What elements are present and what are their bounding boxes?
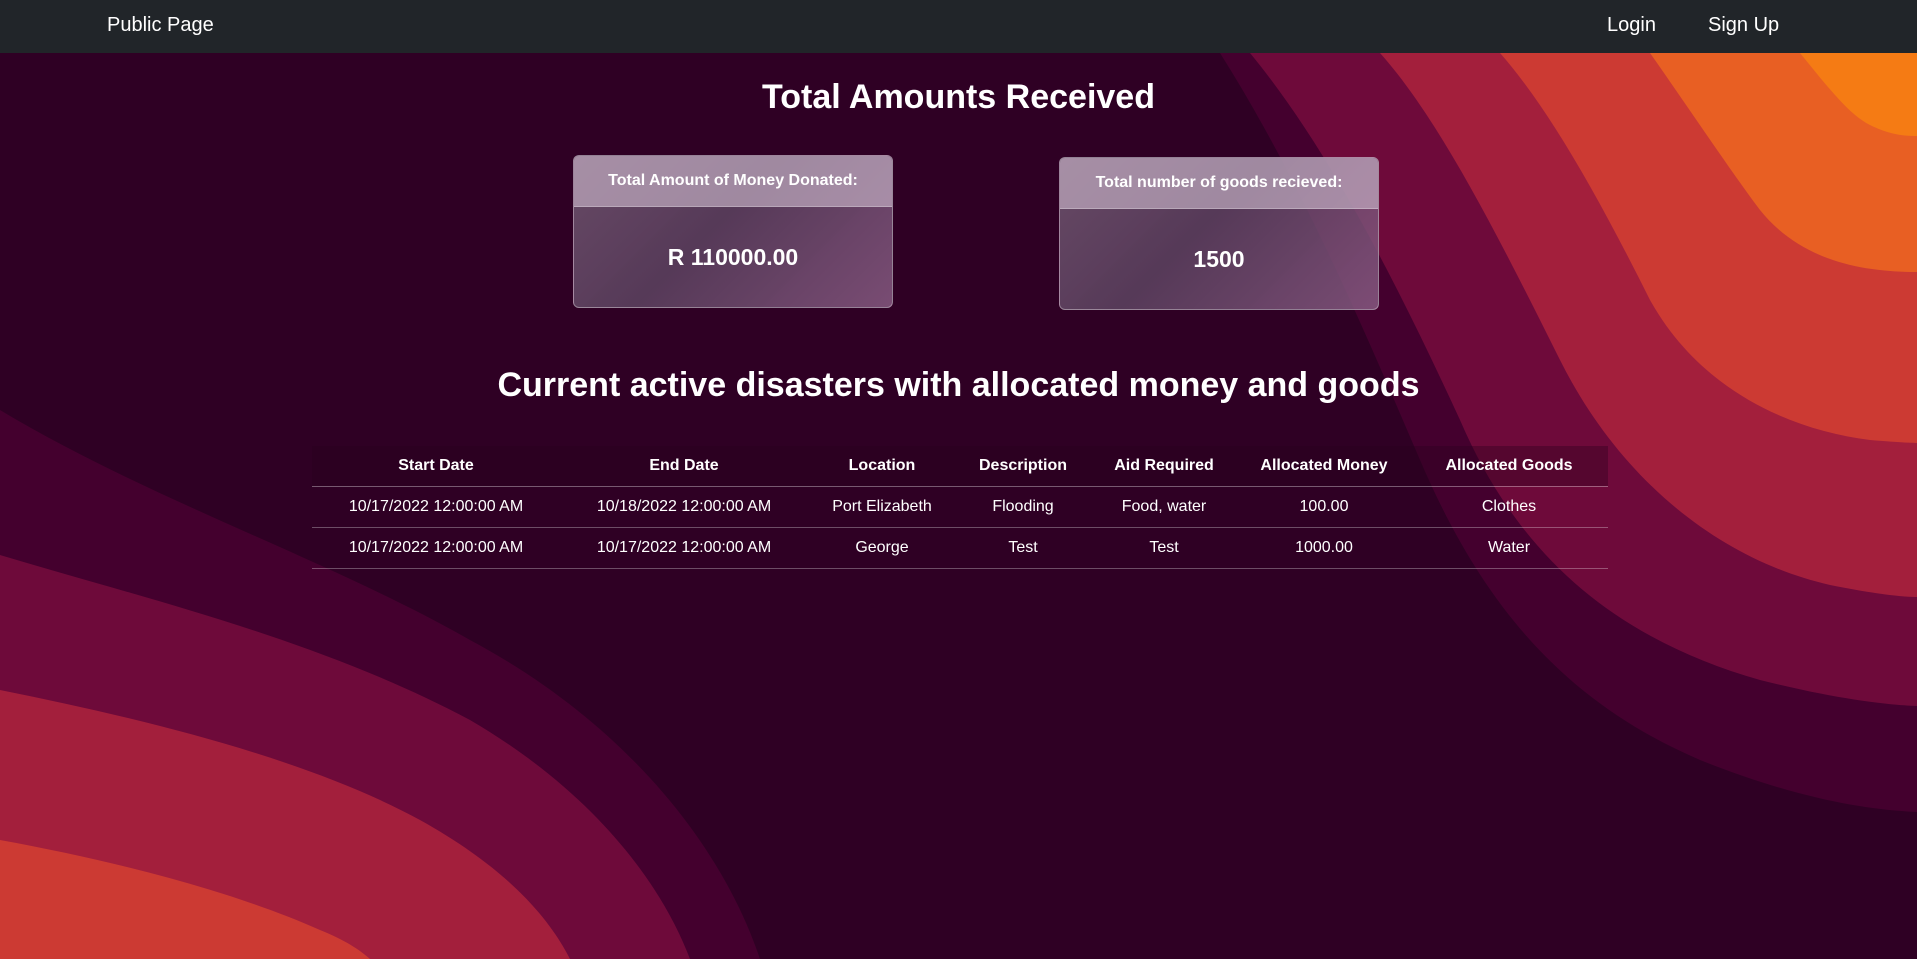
brand-link[interactable]: Public Page — [107, 14, 214, 37]
column-header-start-date: Start Date — [312, 446, 560, 487]
signup-link[interactable]: Sign Up — [1708, 14, 1779, 37]
cell-location: Port Elizabeth — [808, 486, 956, 528]
goods-card-header: Total number of goods recieved: — [1060, 158, 1378, 209]
column-header-allocated-money: Allocated Money — [1238, 446, 1410, 487]
cell-description: Test — [956, 527, 1090, 569]
login-link[interactable]: Login — [1607, 14, 1656, 37]
table-row: 10/17/2022 12:00:00 AM 10/18/2022 12:00:… — [312, 486, 1608, 528]
goods-card-value: 1500 — [1193, 245, 1245, 272]
main-content: Total Amounts Received Total Amount of M… — [0, 53, 1917, 959]
cell-start-date: 10/17/2022 12:00:00 AM — [312, 486, 560, 528]
cell-allocated-money: 1000.00 — [1238, 527, 1410, 569]
table-row: 10/17/2022 12:00:00 AM 10/17/2022 12:00:… — [312, 527, 1608, 569]
money-donated-card: Total Amount of Money Donated: R 110000.… — [573, 155, 893, 308]
column-header-aid-required: Aid Required — [1090, 446, 1238, 487]
cell-allocated-goods: Water — [1410, 527, 1608, 569]
disasters-table: Start Date End Date Location Description… — [312, 446, 1608, 569]
cell-allocated-money: 100.00 — [1238, 486, 1410, 528]
totals-title: Total Amounts Received — [762, 78, 1155, 116]
cell-start-date: 10/17/2022 12:00:00 AM — [312, 527, 560, 569]
cell-end-date: 10/18/2022 12:00:00 AM — [560, 486, 808, 528]
cell-allocated-goods: Clothes — [1410, 486, 1608, 528]
cell-location: George — [808, 527, 956, 569]
top-navbar: Public Page Login Sign Up — [0, 0, 1917, 53]
goods-received-card: Total number of goods recieved: 1500 — [1059, 157, 1379, 310]
cell-end-date: 10/17/2022 12:00:00 AM — [560, 527, 808, 569]
column-header-description: Description — [956, 446, 1090, 487]
column-header-location: Location — [808, 446, 956, 487]
column-header-allocated-goods: Allocated Goods — [1410, 446, 1608, 487]
cell-description: Flooding — [956, 486, 1090, 528]
money-card-header: Total Amount of Money Donated: — [574, 156, 892, 207]
money-card-value: R 110000.00 — [667, 243, 799, 270]
cell-aid-required: Food, water — [1090, 486, 1238, 528]
cell-aid-required: Test — [1090, 527, 1238, 569]
column-header-end-date: End Date — [560, 446, 808, 487]
disasters-title: Current active disasters with allocated … — [497, 366, 1420, 404]
table-header-row: Start Date End Date Location Description… — [312, 446, 1608, 487]
